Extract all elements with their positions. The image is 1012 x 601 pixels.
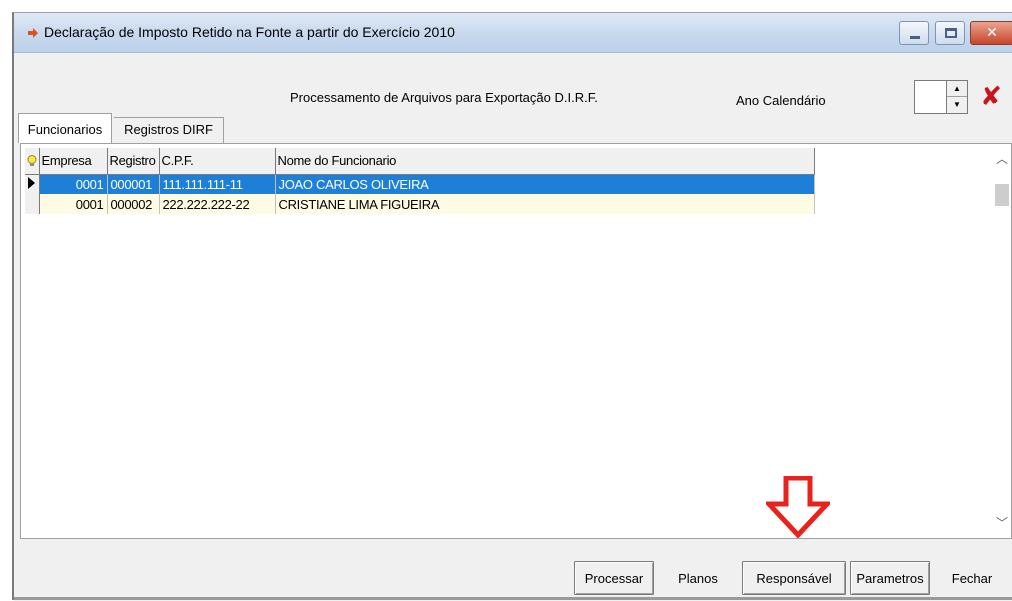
cell-nome[interactable]: JOAO CARLOS OLIVEIRA bbox=[275, 174, 815, 194]
minimize-icon bbox=[910, 36, 920, 39]
column-header-registro[interactable]: Registro bbox=[107, 148, 160, 175]
cell-empresa[interactable]: 0001 bbox=[39, 194, 108, 214]
table-row[interactable]: 0001 000001 111.111.111-11 JOAO CARLOS O… bbox=[25, 174, 815, 194]
scroll-up-icon[interactable]: ︿ bbox=[993, 150, 1011, 168]
row-indicator bbox=[25, 194, 40, 214]
close-icon: ✕ bbox=[986, 24, 998, 40]
header-panel: Processamento de Arquivos para Exportaçã… bbox=[14, 54, 1012, 120]
spin-down-icon[interactable]: ▼ bbox=[947, 97, 967, 113]
arrow-icon bbox=[28, 28, 38, 38]
cell-empresa[interactable]: 0001 bbox=[39, 174, 108, 194]
ano-calendario-input[interactable] bbox=[914, 80, 946, 114]
scroll-thumb[interactable] bbox=[995, 184, 1009, 206]
scroll-down-icon[interactable]: ﹀ bbox=[993, 514, 1011, 532]
title-bar[interactable]: Declaração de Imposto Retido na Fonte a … bbox=[14, 13, 1012, 53]
red-x-icon[interactable]: ✘ bbox=[976, 80, 1006, 114]
maximize-button[interactable] bbox=[935, 21, 965, 45]
planos-button[interactable]: Planos bbox=[658, 561, 738, 595]
grid-indicator-header bbox=[25, 148, 40, 175]
minimize-button[interactable] bbox=[899, 21, 929, 45]
cell-registro[interactable]: 000002 bbox=[107, 194, 160, 214]
cell-registro[interactable]: 000001 bbox=[107, 174, 160, 194]
ano-calendario-label: Ano Calendário bbox=[736, 93, 826, 108]
employee-grid: Empresa Registro C.P.F. Nome do Funciona… bbox=[25, 148, 815, 214]
close-button[interactable]: ✕ bbox=[970, 21, 1012, 45]
column-header-nome[interactable]: Nome do Funcionario bbox=[275, 148, 815, 175]
cell-cpf[interactable]: 222.222.222-22 bbox=[159, 194, 276, 214]
cell-nome[interactable]: CRISTIANE LIMA FIGUEIRA bbox=[275, 194, 815, 214]
parametros-button[interactable]: Parametros bbox=[850, 561, 930, 595]
maximize-icon bbox=[945, 28, 957, 38]
lightbulb-icon bbox=[27, 155, 37, 167]
row-indicator bbox=[25, 174, 40, 194]
spin-up-icon[interactable]: ▲ bbox=[947, 81, 967, 97]
tab-registros-dirf[interactable]: Registros DIRF bbox=[114, 117, 224, 143]
red-down-arrow-icon bbox=[766, 476, 830, 538]
vertical-scrollbar[interactable]: ︿ ﹀ bbox=[993, 144, 1011, 538]
main-window: Declaração de Imposto Retido na Fonte a … bbox=[12, 12, 1012, 601]
grid-header-row: Empresa Registro C.P.F. Nome do Funciona… bbox=[25, 148, 815, 175]
year-spinner[interactable]: ▲ ▼ bbox=[946, 80, 968, 114]
fechar-button[interactable]: Fechar bbox=[934, 561, 1010, 595]
responsavel-button[interactable]: Responsável bbox=[742, 561, 846, 595]
cell-cpf[interactable]: 111.111.111-11 bbox=[159, 174, 276, 194]
button-bar: Processar Planos Responsável Parametros … bbox=[14, 541, 1012, 601]
row-pointer-icon bbox=[28, 176, 36, 189]
column-header-cpf[interactable]: C.P.F. bbox=[159, 148, 276, 175]
tab-funcionarios[interactable]: Funcionarios bbox=[18, 113, 112, 143]
window-title: Declaração de Imposto Retido na Fonte a … bbox=[44, 24, 455, 40]
processar-button[interactable]: Processar bbox=[574, 561, 654, 595]
process-title: Processamento de Arquivos para Exportaçã… bbox=[290, 90, 598, 105]
table-row[interactable]: 0001 000002 222.222.222-22 CRISTIANE LIM… bbox=[25, 194, 815, 214]
employee-grid-panel: Empresa Registro C.P.F. Nome do Funciona… bbox=[20, 143, 1012, 539]
column-header-empresa[interactable]: Empresa bbox=[39, 148, 108, 175]
